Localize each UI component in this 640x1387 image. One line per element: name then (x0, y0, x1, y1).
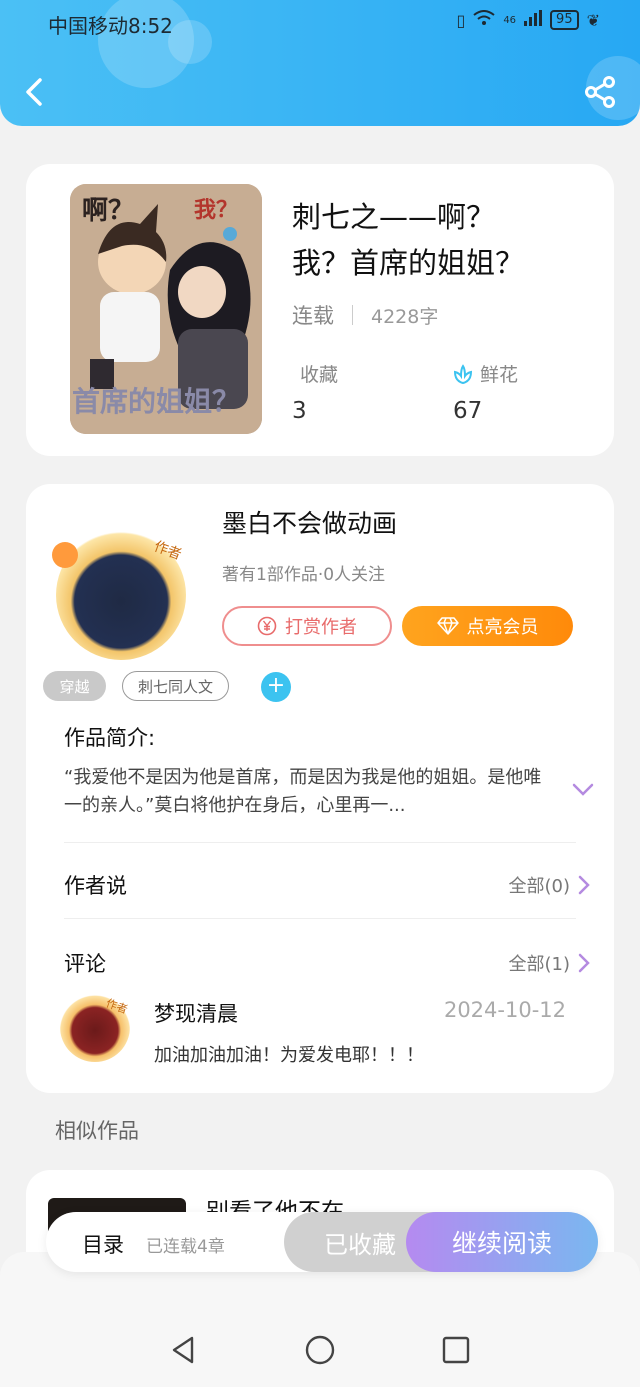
chevron-right-icon (578, 875, 590, 895)
reward-author-button[interactable]: 打赏作者 (222, 606, 392, 646)
reward-author-label: 打赏作者 (285, 617, 357, 638)
favorites-count: 3 (292, 398, 307, 424)
cover-text-sister: 首席的姐姐？ (72, 385, 241, 418)
comments-all-link[interactable]: 全部(1) (509, 950, 591, 976)
chevron-right-icon (578, 953, 590, 973)
tag-fandom[interactable]: 刺七同人文 (122, 671, 229, 701)
author-badge: 作者 (151, 538, 184, 564)
commenter-avatar[interactable]: 作者 (60, 992, 130, 1062)
light-up-vip-button[interactable]: 点亮会员 (402, 606, 573, 646)
share-icon (585, 76, 615, 108)
favorites-label: 收藏 (300, 364, 339, 386)
leaf-icon: ❦ (586, 10, 600, 30)
author-says-label: 作者说 (64, 874, 127, 898)
divider (64, 842, 576, 843)
top-header: 中国移动8:52 ▯ 46 95 ❦ (0, 0, 640, 126)
comment-text: 加油加油加油！为爱发电耶！！！ (154, 1045, 424, 1066)
book-status-row: 连载 4228字 (292, 300, 438, 330)
chevron-left-icon (26, 78, 42, 106)
book-title: 刺七之——啊？ 我？首席的姐姐？ (292, 194, 592, 286)
share-button[interactable] (582, 74, 618, 110)
vibrate-icon: ▯ (456, 10, 466, 30)
continue-reading-button[interactable]: 继续阅读 (406, 1212, 598, 1272)
divider (64, 918, 576, 919)
author-says-all: 全部(0) (508, 876, 571, 897)
book-info-card: 啊？ 我？ 首席的姐姐？ 刺七之——啊？ 我？首席的姐姐？ 连载 4228字 收… (26, 164, 614, 456)
signal-icon (524, 10, 543, 30)
diamond-icon (436, 617, 459, 635)
tag-genre[interactable]: 穿越 (43, 671, 106, 701)
author-says-all-link[interactable]: 全部(0) (509, 872, 591, 898)
nav-recents-icon[interactable] (440, 1334, 472, 1366)
similar-works-title: 相似作品 (55, 1119, 139, 1143)
collected-label: 已收藏 (324, 1230, 396, 1259)
battery-icon: 95 (550, 10, 579, 30)
nav-back-icon[interactable] (168, 1334, 200, 1366)
chevron-down-icon[interactable] (572, 782, 594, 798)
book-title-line-2: 我？首席的姐姐？ (292, 246, 525, 280)
synopsis-text[interactable]: “我爱他不是因为他是首席，而是因为我是他的姐姐。是他唯一的亲人。”莫白将他护在身… (64, 764, 544, 820)
flowers-label: 鲜花 (480, 364, 519, 386)
continue-reading-label: 继续阅读 (451, 1229, 552, 1258)
flowers-count: 67 (453, 398, 483, 424)
author-avatar[interactable]: 作者 (52, 530, 186, 660)
vip-label: 点亮会员 (466, 617, 539, 638)
nav-home-icon[interactable] (304, 1334, 336, 1366)
comment-date: 2024-10-12 (443, 998, 566, 1022)
author-name[interactable]: 墨白不会做动画 (222, 504, 397, 540)
status-bar: 中国移动8:52 ▯ 46 95 ❦ (0, 0, 640, 44)
back-button[interactable] (18, 74, 54, 110)
flower-icon (453, 363, 473, 384)
flowers-stat[interactable]: 鲜花 (452, 360, 518, 387)
chapter-count: 已连载4章 (146, 1237, 225, 1257)
author-details-card: 作者 墨白不会做动画 著有1部作品·0人关注 打赏作者 点亮会员 穿越 刺七同人… (26, 484, 614, 1093)
bottom-action-bar: 目录 已连载4章 已收藏 继续阅读 (46, 1212, 598, 1272)
word-count: 4228字 (371, 305, 439, 328)
author-meta: 著有1部作品·0人关注 (222, 565, 386, 585)
lantern-icon (52, 542, 78, 568)
yen-coin-icon (257, 616, 277, 636)
comments-all: 全部(1) (508, 954, 571, 975)
synopsis-label: 作品简介: (64, 726, 156, 750)
cover-text-me: 我？ (194, 198, 239, 223)
commenter-badge: 作者 (104, 996, 130, 1017)
wifi-icon (473, 10, 495, 30)
plus-icon: + (266, 673, 286, 698)
serial-status: 连载 (292, 304, 334, 328)
system-navigation-bar (0, 1252, 640, 1387)
status-icons: ▯ 46 95 ❦ (456, 10, 600, 30)
carrier-time: 中国移动8:52 (48, 14, 173, 38)
book-cover[interactable]: 啊？ 我？ 首席的姐姐？ (70, 184, 262, 434)
book-title-line-1: 刺七之——啊？ (292, 200, 496, 234)
cover-text-ah: 啊？ (82, 196, 135, 226)
divider (352, 305, 353, 325)
table-of-contents-button[interactable]: 目录 (82, 1229, 124, 1259)
add-tag-button[interactable]: + (261, 672, 291, 702)
commenter-name[interactable]: 梦现清晨 (154, 998, 238, 1028)
network-label: 46 (503, 14, 517, 26)
comments-label: 评论 (64, 952, 106, 976)
